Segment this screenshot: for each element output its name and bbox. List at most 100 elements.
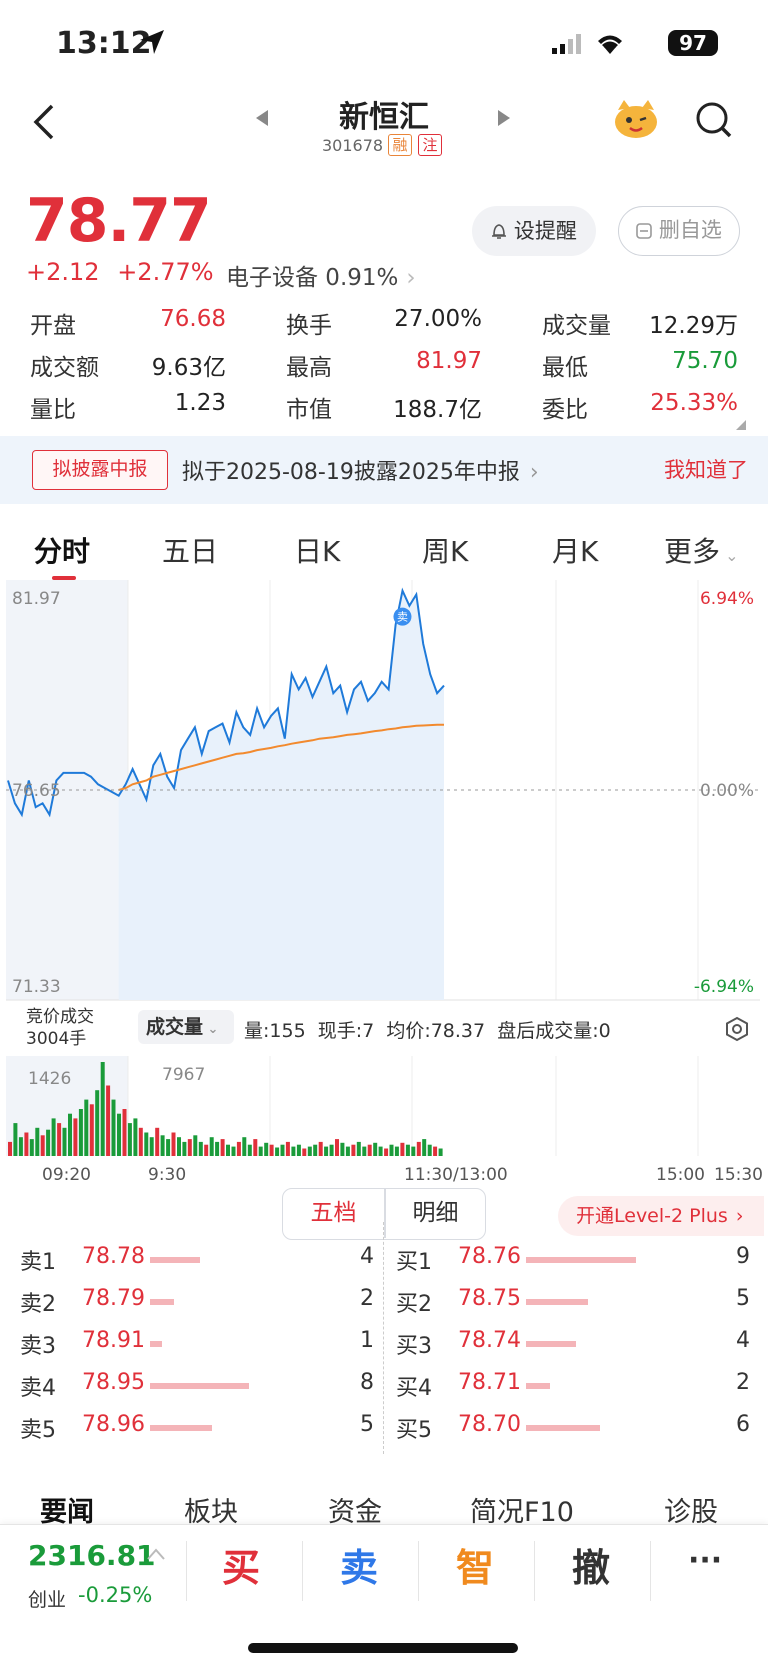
- volume-bar: [106, 1085, 111, 1156]
- stock-code: 301678: [322, 136, 384, 155]
- volume-bar: [35, 1127, 40, 1156]
- tab-intraday[interactable]: 分时: [34, 530, 90, 570]
- volume-bar: [296, 1144, 301, 1156]
- volume-bar: [133, 1118, 138, 1156]
- volume-bar: [253, 1139, 258, 1156]
- bid-quantity: 5: [736, 1286, 750, 1311]
- volume-bar: [427, 1144, 432, 1156]
- mascot-icon[interactable]: [612, 96, 660, 140]
- price-area-fill: [118, 590, 444, 1000]
- set-alert-button[interactable]: 设提醒: [472, 206, 596, 256]
- volume-stats: 量:155 现手:7 均价:78.37 盘后成交量:0: [244, 1020, 611, 1042]
- ask-price: 78.78: [82, 1244, 145, 1269]
- ask-volume-bar: [150, 1341, 163, 1347]
- volume-bar: [171, 1132, 176, 1156]
- auction-volume-value: 1426: [28, 1069, 71, 1089]
- orderbook-divider: [383, 1222, 384, 1454]
- remove-watchlist-label: 删自选: [658, 218, 722, 242]
- registration-tag: 注: [418, 134, 442, 156]
- bid-volume-bar: [526, 1425, 600, 1431]
- battery-indicator: 97: [668, 30, 718, 56]
- next-stock-icon[interactable]: [496, 108, 512, 128]
- tab-monthly-k[interactable]: 月K: [552, 530, 598, 570]
- volume-bar: [8, 1141, 12, 1156]
- y-axis-low-pct: -6.94%: [694, 977, 754, 997]
- expand-corner-icon[interactable]: [736, 420, 746, 430]
- volume-bar: [340, 1142, 345, 1156]
- stat-label: 市值: [286, 397, 332, 423]
- stat-label: 最高: [286, 355, 332, 381]
- bid-volume-bar: [526, 1299, 588, 1305]
- chevron-up-icon[interactable]: [146, 1547, 166, 1561]
- bid-label: 买3: [396, 1334, 432, 1359]
- disclosure-notice[interactable]: 拟披露中报 拟于2025-08-19披露2025年中报 › 我知道了: [0, 436, 768, 504]
- volume-bar: [324, 1146, 329, 1156]
- y-axis-high-pct: 6.94%: [700, 589, 754, 609]
- ask-volume-bar: [150, 1299, 175, 1305]
- index-value[interactable]: 2316.81: [28, 1539, 156, 1572]
- bid-price: 78.71: [458, 1370, 521, 1395]
- volume-bar: [313, 1144, 318, 1156]
- y-axis-low-label: 71.33: [12, 977, 61, 997]
- bid-price: 78.76: [458, 1244, 521, 1269]
- chevron-right-icon: ›: [529, 460, 539, 485]
- volume-bar: [226, 1144, 230, 1156]
- x-tick: 15:00: [656, 1165, 705, 1185]
- stat-label: 开盘: [30, 313, 76, 339]
- volume-bar: [285, 1141, 290, 1156]
- x-tick: 9:30: [148, 1165, 186, 1185]
- bottom-action-bar: 2316.81 创业 -0.25% 买 卖 智 撤 ···: [0, 1524, 768, 1662]
- stat-label: 成交额: [30, 355, 99, 381]
- tab-weekly-k[interactable]: 周K: [422, 530, 468, 570]
- indicator-select[interactable]: 成交量 ⌄: [138, 1010, 234, 1044]
- volume-bar: [166, 1139, 171, 1156]
- volume-bar: [182, 1141, 187, 1156]
- volume-bar: [62, 1127, 67, 1156]
- volume-bar: [362, 1146, 367, 1156]
- volume-bar: [247, 1144, 252, 1156]
- y-axis-high-label: 81.97: [12, 589, 61, 609]
- tab-daily-k[interactable]: 日K: [294, 530, 340, 570]
- volume-bar: [160, 1135, 165, 1156]
- tab-trade-detail[interactable]: 明细: [385, 1189, 486, 1238]
- x-tick: 11:30/13:00: [404, 1165, 508, 1185]
- volume-bar: [411, 1146, 416, 1156]
- notice-text: 拟于2025-08-19披露2025年中报 ›: [182, 454, 539, 486]
- sector-link[interactable]: 电子设备 0.91% ›: [226, 258, 416, 292]
- volume-bar: [187, 1139, 192, 1156]
- bid-label: 买1: [396, 1250, 432, 1275]
- ask-label: 卖5: [20, 1418, 56, 1443]
- volume-bar: [24, 1132, 29, 1156]
- bid-quantity: 9: [736, 1244, 750, 1269]
- ask-volume-bar: [150, 1383, 249, 1389]
- remove-watchlist-button[interactable]: 删自选: [618, 206, 740, 256]
- volume-bar: [177, 1137, 181, 1156]
- tab-five-levels[interactable]: 五档: [283, 1189, 384, 1238]
- tab-more[interactable]: 更多 ⌄: [664, 530, 739, 570]
- cancel-order-button[interactable]: 撤: [572, 1537, 610, 1592]
- settings-icon[interactable]: [724, 1016, 750, 1042]
- indicator-select-label: 成交量: [146, 1016, 204, 1038]
- set-alert-label: 设提醒: [513, 219, 577, 243]
- volume-chart[interactable]: 1426 7967 09:20 9:30 11:30/13:00 15:00 1…: [0, 1056, 768, 1186]
- ask-label: 卖4: [20, 1376, 56, 1401]
- volume-bar: [242, 1137, 247, 1156]
- sell-button[interactable]: 卖: [340, 1537, 378, 1592]
- volume-bar: [13, 1123, 18, 1156]
- more-icon[interactable]: ···: [688, 1543, 722, 1578]
- buy-button[interactable]: 买: [222, 1537, 260, 1592]
- volume-bar: [193, 1135, 198, 1156]
- sell-marker-label: 卖: [397, 611, 408, 624]
- volume-bar: [89, 1104, 94, 1156]
- volume-bar: [68, 1113, 72, 1156]
- change-amount: +2.12: [26, 258, 100, 286]
- search-icon[interactable]: [694, 100, 734, 140]
- level2-upgrade-button[interactable]: 开通Level-2 Plus ›: [558, 1196, 764, 1236]
- ask-label: 卖2: [20, 1292, 56, 1317]
- smart-trade-button[interactable]: 智: [456, 1537, 494, 1592]
- volume-bar: [144, 1132, 149, 1156]
- tab-five-day[interactable]: 五日: [162, 530, 218, 570]
- dismiss-notice-button[interactable]: 我知道了: [664, 454, 748, 484]
- ask-label: 卖3: [20, 1334, 56, 1359]
- volume-bar: [400, 1142, 405, 1156]
